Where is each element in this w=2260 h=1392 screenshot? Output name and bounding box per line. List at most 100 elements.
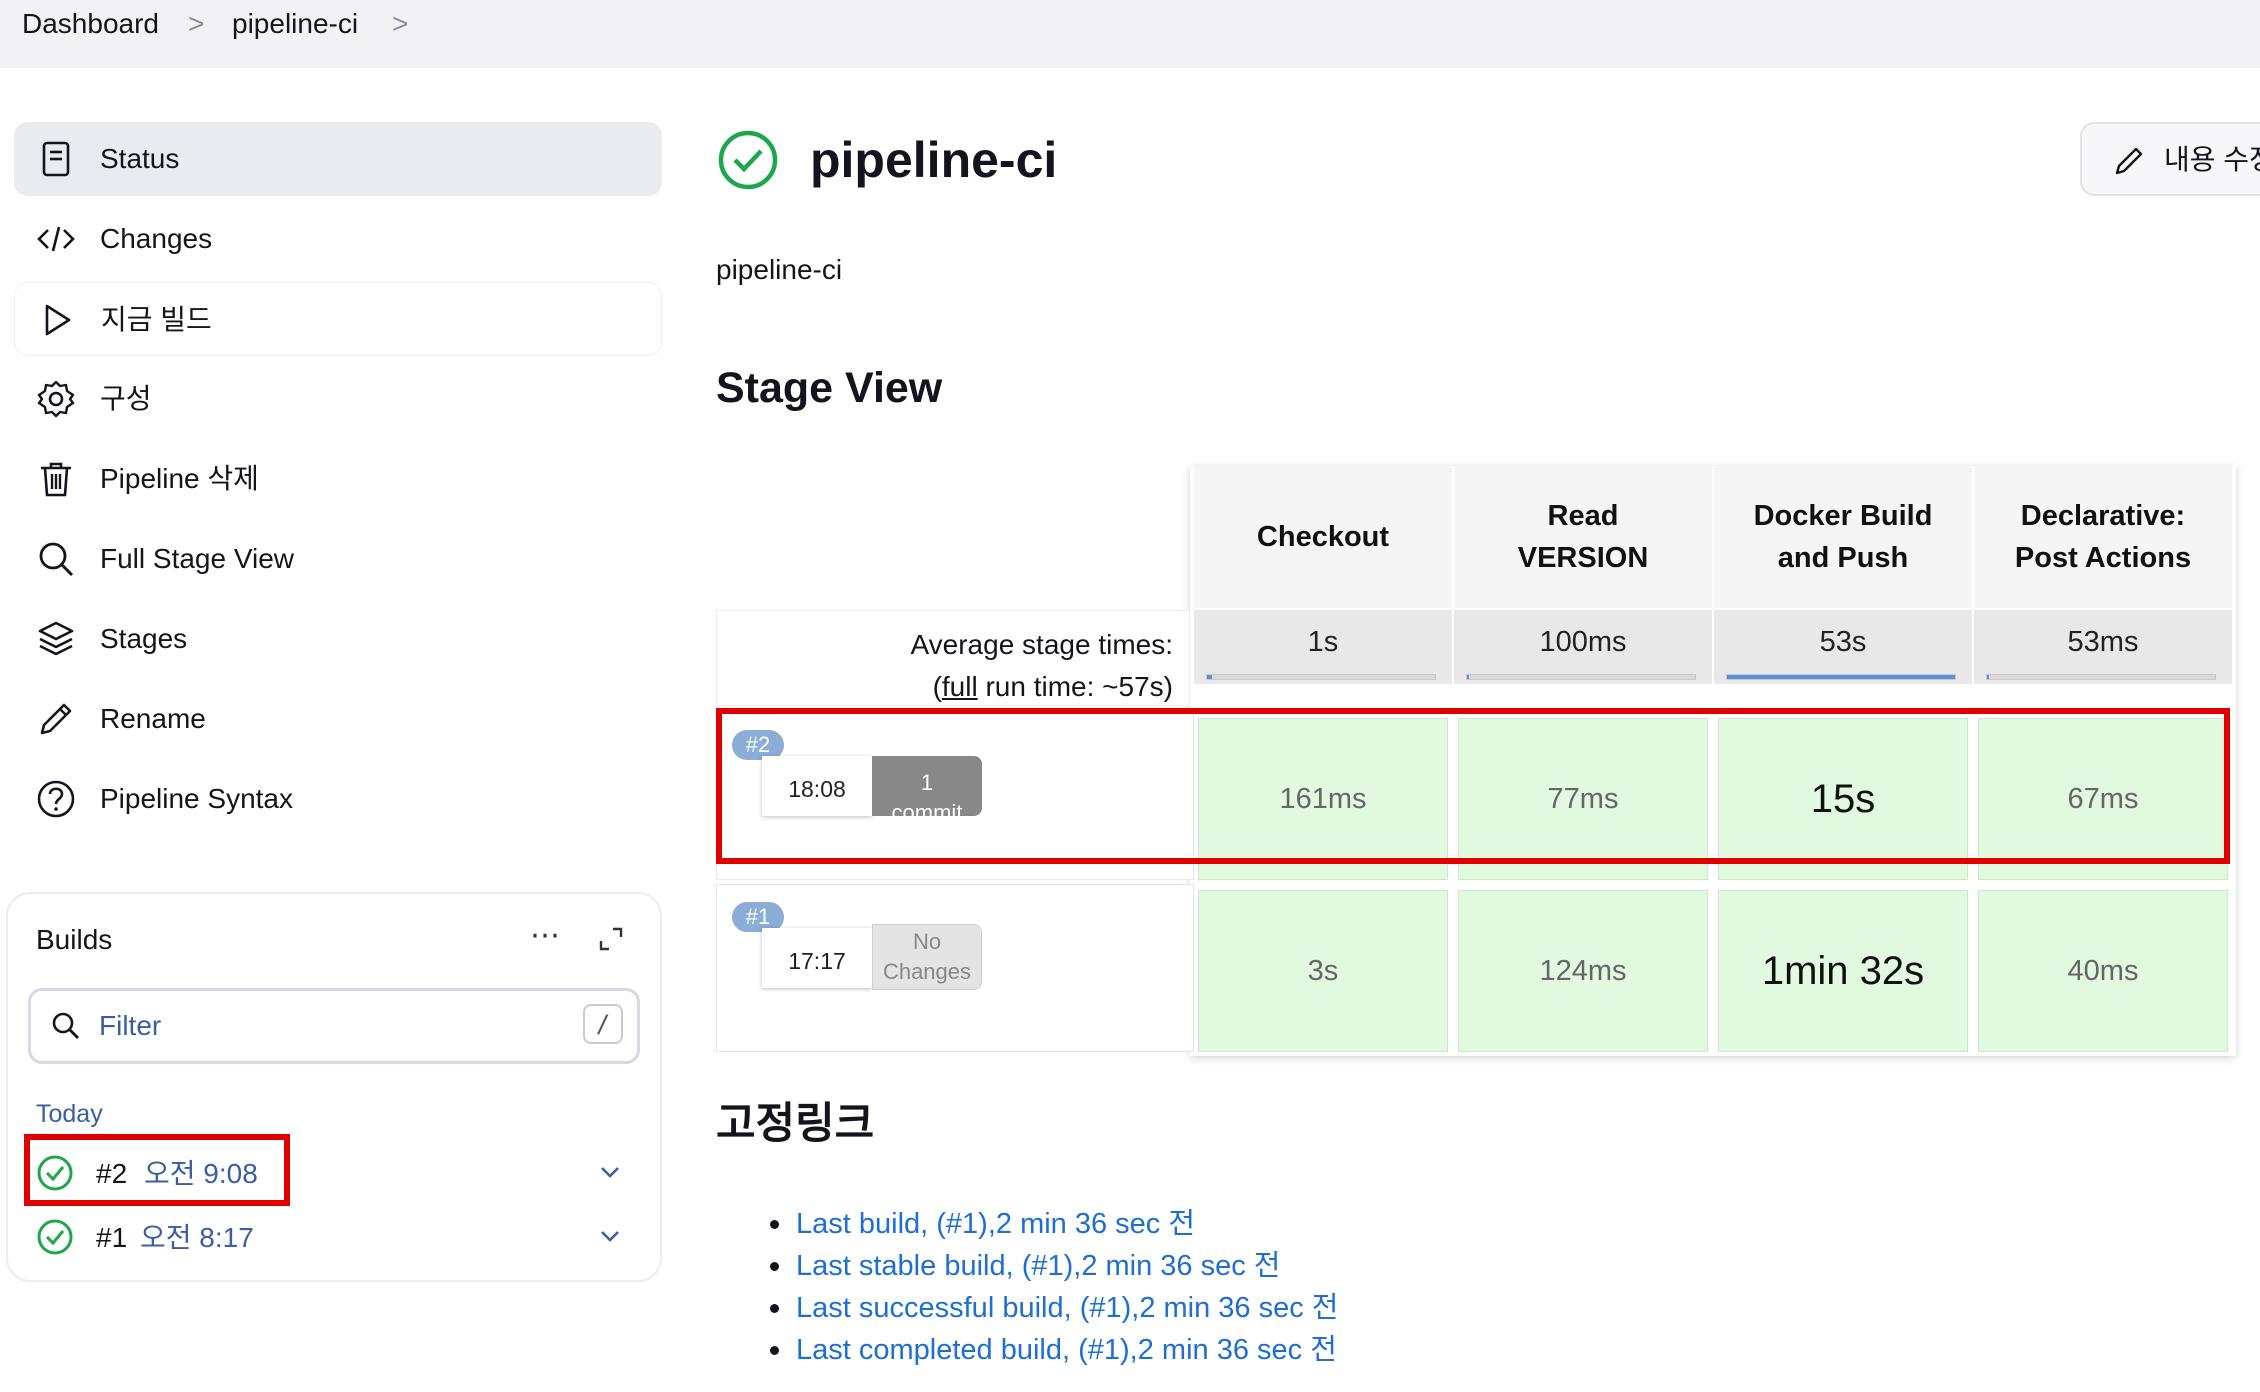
sidebar-item-label: 구성	[100, 383, 152, 414]
changes-count: No	[912, 929, 942, 954]
run-start-time: 17:17	[762, 928, 872, 988]
help-icon	[37, 780, 75, 818]
page-description: pipeline-ci	[716, 254, 843, 285]
avg-cell: 1s	[1194, 610, 1452, 684]
avg-cell: 53s	[1714, 610, 1972, 684]
builds-filter-input[interactable]: Filter /	[28, 988, 640, 1064]
stage-name: VERSION	[1517, 542, 1649, 574]
sidebar-item-status[interactable]: Status	[14, 122, 662, 196]
permalink-last-successful-build[interactable]: Last successful build, (#1),2 min 36 sec…	[796, 1288, 1338, 1328]
sidebar-item-label: Status	[100, 143, 180, 174]
sidebar-item-rename[interactable]: Rename	[14, 682, 662, 756]
stage-name: Post Actions	[2014, 542, 2192, 574]
search-icon	[39, 542, 74, 577]
avg-cell: 53ms	[1974, 610, 2232, 684]
success-icon	[718, 130, 778, 190]
highlight-box	[716, 708, 2230, 864]
build-number: #1	[96, 1222, 128, 1253]
permalink-last-stable-build[interactable]: Last stable build, (#1),2 min 36 sec 전	[796, 1246, 1280, 1286]
avg-progress-fill	[1727, 675, 1955, 679]
sidebar-item-label: Rename	[100, 703, 206, 734]
code-icon	[37, 226, 75, 252]
stage-cell[interactable]: 1min 32s	[1718, 890, 1968, 1052]
sidebar-item-label: Pipeline Syntax	[100, 783, 294, 814]
breadcrumb-pipeline-ci[interactable]: pipeline-ci	[232, 6, 358, 42]
avg-stage-time: 1s	[1307, 626, 1339, 658]
breadcrumb-separator[interactable]: >	[392, 6, 408, 42]
gear-icon	[37, 380, 75, 418]
stage-header-read-version: Read VERSION	[1454, 466, 1712, 608]
avg-stage-time: 53s	[1819, 626, 1867, 658]
avg-progress-bar	[1206, 674, 1436, 680]
permalink-last-build[interactable]: Last build, (#1),2 min 36 sec 전	[796, 1204, 1195, 1244]
layers-icon	[38, 621, 74, 656]
success-icon	[37, 1219, 73, 1255]
stage-name: Checkout	[1256, 521, 1390, 553]
builds-more-button[interactable]: ⋯	[530, 918, 560, 954]
bullet	[770, 1346, 779, 1355]
sidebar-item-label: 지금 빌드	[101, 304, 212, 335]
edit-label: 내용 수정	[2164, 144, 2260, 175]
avg-progress-bar	[1726, 674, 1956, 680]
breadcrumb-dashboard[interactable]: Dashboard	[22, 6, 159, 42]
stage-header-post-actions: Declarative: Post Actions	[1974, 466, 2232, 608]
avg-progress-fill	[1467, 675, 1470, 679]
chevron-down-icon[interactable]	[598, 1162, 622, 1182]
sidebar-item-pipeline-syntax[interactable]: Pipeline Syntax	[14, 762, 662, 836]
bullet	[770, 1220, 779, 1229]
avg-stage-time: 100ms	[1539, 626, 1627, 658]
trash-icon	[41, 462, 71, 497]
stage-name: Declarative:	[2020, 500, 2186, 532]
stage-view-title: Stage View	[716, 364, 943, 412]
avg-progress-fill	[1207, 675, 1212, 679]
run-changes-button[interactable]: No Changes	[872, 924, 982, 990]
chevron-down-icon[interactable]	[598, 1226, 622, 1246]
stage-cell[interactable]: 40ms	[1978, 890, 2228, 1052]
pencil-icon	[2115, 147, 2143, 175]
breadcrumb-separator: >	[188, 8, 205, 39]
sidebar-item-label: Stages	[100, 623, 188, 654]
stage-name: Read	[1547, 500, 1619, 532]
bullet	[770, 1304, 779, 1313]
builds-title: Builds	[36, 924, 113, 955]
sidebar-item-build-now[interactable]: 지금 빌드	[14, 282, 662, 356]
pencil-icon	[40, 703, 72, 735]
stage-cell[interactable]: 124ms	[1458, 890, 1708, 1052]
full-run-time: (full run time: ~57s)	[933, 669, 1173, 705]
sidebar-item-changes[interactable]: Changes	[14, 202, 662, 276]
edit-description-button[interactable]: 내용 수정	[2080, 122, 2260, 196]
sidebar-item-full-stage-view[interactable]: Full Stage View	[14, 522, 662, 596]
filter-shortcut-key: /	[583, 1004, 623, 1044]
full-run-link[interactable]: full	[942, 671, 978, 702]
expand-icon[interactable]	[596, 924, 626, 954]
permalink-last-completed-build[interactable]: Last completed build, (#1),2 min 36 sec …	[796, 1330, 1337, 1370]
builds-group-today: Today	[36, 1100, 103, 1128]
stage-header-docker-build: Docker Build and Push	[1714, 466, 1972, 608]
sidebar-item-label: Changes	[100, 223, 213, 254]
avg-progress-bar	[1986, 674, 2216, 680]
filter-placeholder: Filter	[99, 1010, 162, 1041]
avg-label-part: (	[932, 671, 942, 702]
highlight-box	[24, 1134, 290, 1206]
play-icon	[45, 304, 71, 336]
changes-unit: Changes	[882, 959, 972, 984]
sidebar-item-delete-pipeline[interactable]: Pipeline 삭제	[14, 442, 662, 516]
avg-stage-time: 53ms	[2067, 626, 2139, 658]
avg-progress-bar	[1466, 674, 1696, 680]
page-title: pipeline-ci	[810, 132, 1058, 188]
bullet	[770, 1262, 779, 1271]
sidebar-item-label: Pipeline 삭제	[100, 463, 259, 494]
avg-progress-fill	[1987, 675, 1990, 679]
stage-name: and Push	[1777, 542, 1909, 574]
sidebar-item-configure[interactable]: 구성	[14, 362, 662, 436]
search-icon	[52, 1012, 79, 1039]
avg-label-panel: Average stage times: (full run time: ~57…	[716, 610, 1190, 706]
avg-label-part: run time: ~57s)	[977, 671, 1173, 702]
stage-header-checkout: Checkout	[1194, 466, 1452, 608]
sidebar-item-stages[interactable]: Stages	[14, 602, 662, 676]
stage-cell[interactable]: 3s	[1198, 890, 1448, 1052]
status-icon	[42, 141, 70, 177]
build-time: 오전 8:17	[140, 1222, 254, 1253]
sidebar-item-label: Full Stage View	[100, 543, 295, 574]
avg-label: Average stage times:	[910, 629, 1173, 660]
